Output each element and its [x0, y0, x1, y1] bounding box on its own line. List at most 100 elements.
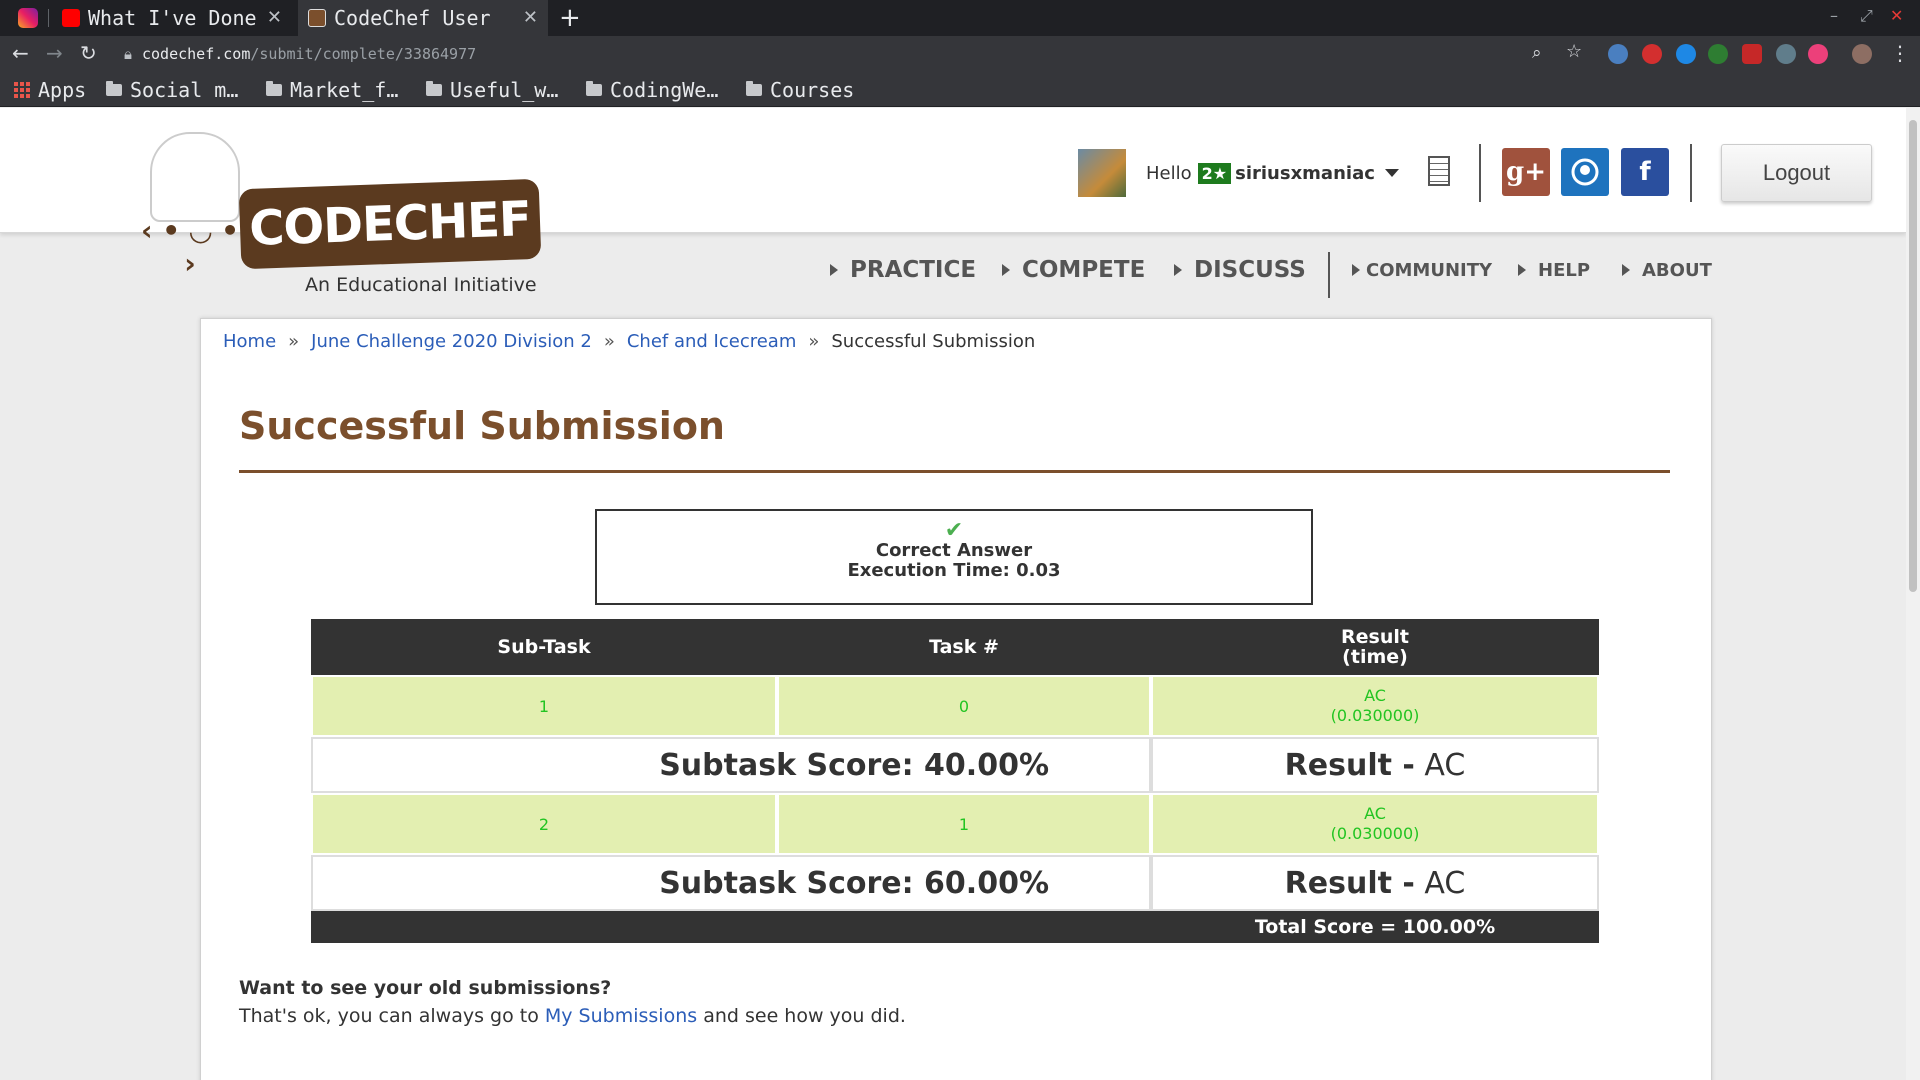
page-scrollbar[interactable]: [1906, 108, 1920, 1080]
new-tab-icon[interactable]: +: [559, 3, 581, 33]
breadcrumb-problem[interactable]: Chef and Icecream: [627, 331, 797, 352]
cell-task: 0: [777, 675, 1151, 737]
bookmarks-bar: Apps Social m… Market_f… Useful_w… Codin…: [0, 73, 1920, 107]
address-bar[interactable]: 🔒︎ codechef.com/submit/complete/33864977: [124, 45, 476, 63]
page-title: Successful Submission: [239, 404, 725, 448]
subtask-score-row: Subtask Score: 60.00% Result - AC: [311, 855, 1599, 911]
breadcrumb-current: Successful Submission: [831, 331, 1036, 352]
content-card: Home » June Challenge 2020 Division 2 » Chef…: [200, 318, 1712, 1080]
back-icon[interactable]: ←: [12, 41, 29, 65]
username[interactable]: siriusxmaniac: [1235, 163, 1375, 184]
nav-practice[interactable]: PRACTICE: [830, 250, 976, 290]
header-divider: [1690, 144, 1692, 202]
extension-icon[interactable]: [1776, 44, 1796, 64]
nav-discuss[interactable]: DISCUSS: [1174, 250, 1306, 290]
cell-task: 1: [777, 793, 1151, 855]
menu-icon[interactable]: ⋮: [1890, 41, 1910, 65]
footer-text: and see how you did.: [703, 1005, 906, 1027]
nav-community[interactable]: COMMUNITY: [1352, 250, 1492, 290]
bookmark-star-icon[interactable]: ☆: [1566, 41, 1582, 62]
header-result-line: (time): [1342, 646, 1408, 668]
browser-tab-bar: What I've Done ✕ CodeChef User ✕ + – ⤢ ✕: [0, 0, 1920, 36]
bookmark-folder[interactable]: Courses: [746, 78, 854, 102]
youtube-icon: [62, 9, 80, 27]
user-menu[interactable]: Hello 2★ siriusxmaniac: [1078, 148, 1399, 198]
reload-icon[interactable]: ↻: [80, 41, 97, 65]
document-icon[interactable]: [1428, 156, 1450, 186]
breadcrumb-separator: »: [603, 331, 615, 352]
close-window-icon[interactable]: ✕: [1890, 6, 1903, 25]
subtask-score: Subtask Score: 40.00%: [311, 737, 1151, 793]
total-score-row: Total Score = 100.00%: [311, 911, 1599, 943]
codechef-icon: [308, 9, 326, 27]
extension-icon[interactable]: [1608, 44, 1628, 64]
logout-button[interactable]: Logout: [1721, 144, 1872, 202]
extension-icon[interactable]: [1676, 44, 1696, 64]
nav-label: DISCUSS: [1194, 257, 1306, 283]
bookmark-apps[interactable]: Apps: [14, 78, 86, 102]
caret-right-icon: [1622, 264, 1630, 276]
breadcrumb-separator: »: [808, 331, 820, 352]
caret-right-icon: [1352, 264, 1360, 276]
extension-icon[interactable]: [1708, 44, 1728, 64]
execution-time: Execution Time: 0.03: [847, 560, 1061, 581]
extension-icon[interactable]: [1808, 44, 1828, 64]
bookmark-folder[interactable]: Market_f…: [266, 78, 398, 102]
nav-about[interactable]: ABOUT: [1622, 250, 1712, 290]
caret-right-icon: [1002, 264, 1010, 276]
facebook-icon[interactable]: f: [1621, 148, 1669, 196]
close-icon[interactable]: ✕: [267, 7, 282, 28]
folder-icon: [426, 81, 442, 96]
extension-icon[interactable]: [1742, 44, 1762, 64]
chef-face-icon: ‹ • ◡ • ›: [140, 214, 240, 280]
old-submissions-text: That's ok, you can always go to My Submi…: [239, 1005, 906, 1027]
minimize-icon[interactable]: –: [1830, 6, 1838, 25]
tab-title: CodeChef User: [334, 6, 491, 30]
folder-icon: [266, 81, 282, 96]
breadcrumb: Home » June Challenge 2020 Division 2 » Chef…: [223, 331, 1035, 352]
greeting: Hello: [1146, 162, 1192, 184]
bookmark-label: CodingWe…: [610, 78, 719, 102]
header-result-line: Result: [1341, 626, 1409, 648]
subtask-score: Subtask Score: 60.00%: [311, 855, 1151, 911]
breadcrumb-home[interactable]: Home: [223, 331, 276, 352]
cell-result: AC (0.030000): [1151, 675, 1599, 737]
nav-label: HELP: [1538, 259, 1591, 281]
close-icon[interactable]: ✕: [523, 7, 538, 28]
chevron-down-icon[interactable]: [1384, 169, 1399, 177]
apps-grid-icon: [14, 82, 30, 98]
result-status: Correct Answer: [875, 540, 1033, 561]
header-divider: [1479, 144, 1481, 202]
google-plus-icon[interactable]: g+: [1502, 148, 1550, 196]
tab-codechef[interactable]: CodeChef User ✕: [298, 0, 548, 36]
nav-label: COMMUNITY: [1366, 259, 1493, 281]
profile-avatar[interactable]: [1852, 44, 1872, 64]
nav-compete[interactable]: COMPETE: [1002, 250, 1145, 290]
codechef-logo[interactable]: ‹ • ◡ • › CODECHEF An Educational Initia…: [140, 132, 542, 312]
breadcrumb-contest[interactable]: June Challenge 2020 Division 2: [311, 331, 592, 352]
extension-icon[interactable]: [1642, 44, 1662, 64]
instagram-tab-icon[interactable]: [18, 8, 38, 28]
breadcrumb-separator: »: [288, 331, 300, 352]
restore-icon[interactable]: ⤢: [1860, 6, 1873, 26]
bookmark-folder[interactable]: CodingWe…: [586, 78, 718, 102]
header-task: Task #: [777, 619, 1151, 675]
bookmark-label: Social m…: [130, 78, 239, 102]
scrollbar-thumb[interactable]: [1909, 120, 1917, 592]
bookmark-label: Useful_w…: [450, 78, 559, 102]
table-row: 2 1 AC (0.030000): [311, 793, 1599, 855]
title-divider: [239, 470, 1670, 473]
caret-right-icon: [1174, 264, 1182, 276]
zoom-icon[interactable]: ⌕: [1532, 43, 1542, 63]
bookmark-folder[interactable]: Social m…: [106, 78, 238, 102]
url-domain: codechef.com: [141, 45, 251, 63]
tab-youtube[interactable]: What I've Done ✕: [52, 0, 292, 36]
chef-hat-icon: [150, 132, 240, 222]
nav-help[interactable]: HELP: [1518, 250, 1590, 290]
github-icon[interactable]: [1561, 148, 1609, 196]
forward-icon[interactable]: →: [46, 41, 63, 65]
cell-subtask: 1: [311, 675, 777, 737]
my-submissions-link[interactable]: My Submissions: [545, 1005, 697, 1027]
bookmark-folder[interactable]: Useful_w…: [426, 78, 558, 102]
result-summary-box: ✔ Correct Answer Execution Time: 0.03: [595, 509, 1313, 605]
